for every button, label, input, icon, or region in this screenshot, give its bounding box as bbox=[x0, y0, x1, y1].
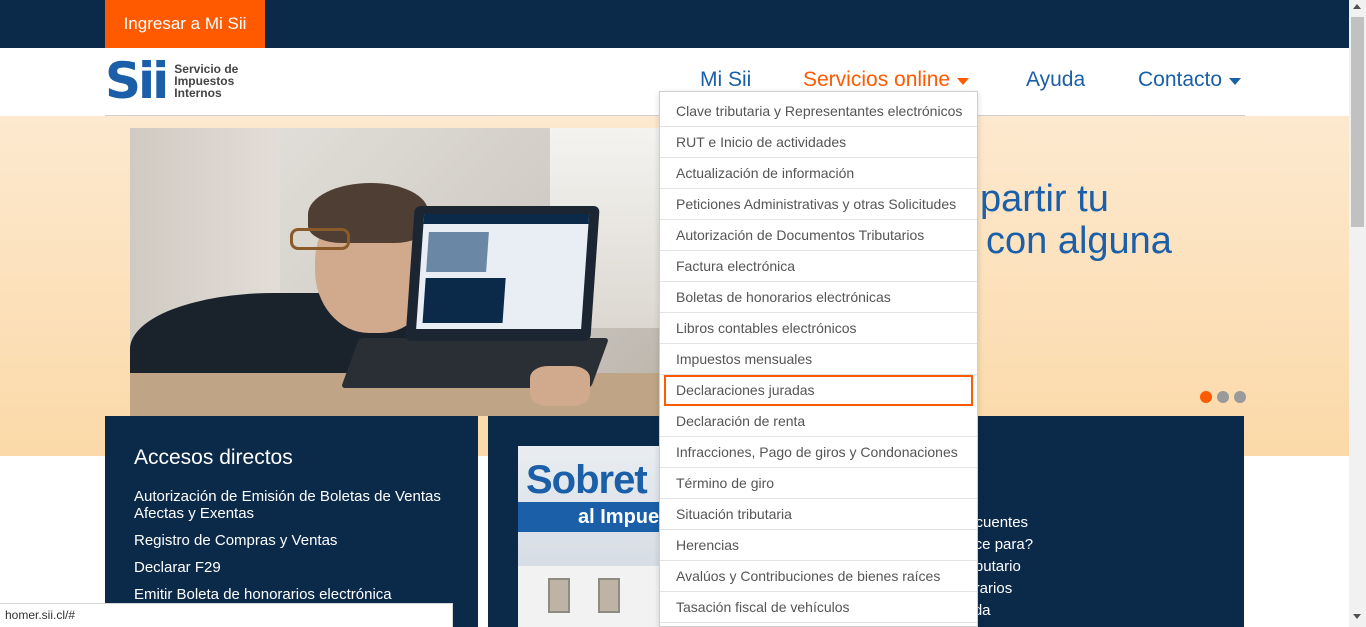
acceso-link[interactable]: Autorización de Emisión de Boletas de Ve… bbox=[134, 488, 448, 522]
dropdown-item-declaraciones-juradas[interactable]: Declaraciones juradas bbox=[664, 375, 973, 406]
dropdown-item-situacion-tributaria[interactable]: Situación tributaria bbox=[660, 499, 977, 530]
dropdown-item-herencias[interactable]: Herencias bbox=[660, 530, 977, 561]
scroll-down-icon[interactable] bbox=[1353, 614, 1361, 619]
acceso-link[interactable]: Declarar F29 bbox=[134, 559, 448, 576]
dropdown-item-termino-giro[interactable]: Término de giro bbox=[660, 468, 977, 499]
dropdown-item-peticiones[interactable]: Peticiones Administrativas y otras Solic… bbox=[660, 189, 977, 220]
carousel-dot[interactable] bbox=[1217, 391, 1229, 403]
dropdown-item-boletas-honorarios[interactable]: Boletas de honorarios electrónicas bbox=[660, 282, 977, 313]
browser-status-bar: homer.sii.cl/# bbox=[0, 603, 453, 627]
dropdown-item-avaluos[interactable]: Avalúos y Contribuciones de bienes raíce… bbox=[660, 561, 977, 592]
login-mi-sii-button[interactable]: Ingresar a Mi Sii bbox=[105, 0, 265, 48]
dropdown-item-rut[interactable]: RUT e Inicio de actividades bbox=[660, 127, 977, 158]
dropdown-item-infracciones[interactable]: Infracciones, Pago de giros y Condonacio… bbox=[660, 437, 977, 468]
carousel-dot[interactable] bbox=[1234, 391, 1246, 403]
page-scrollbar[interactable] bbox=[1349, 0, 1366, 627]
caret-down-icon bbox=[1229, 77, 1242, 85]
sii-logo-text: Servicio de Impuestos Internos bbox=[174, 62, 239, 100]
nav-servicios-online[interactable]: Servicios online bbox=[803, 66, 970, 94]
sii-logo-mark: Sii bbox=[105, 52, 169, 110]
carousel-dot[interactable] bbox=[1200, 391, 1212, 403]
dropdown-item-clave-tributaria[interactable]: Clave tributaria y Representantes electr… bbox=[660, 92, 977, 127]
hero-headline: partir tu con alguna bbox=[980, 178, 1172, 262]
dropdown-item-libros-contables[interactable]: Libros contables electrónicos bbox=[660, 313, 977, 344]
dropdown-item-factura[interactable]: Factura electrónica bbox=[660, 251, 977, 282]
carousel-indicators bbox=[1200, 391, 1246, 403]
dropdown-item-impuestos-mensuales[interactable]: Impuestos mensuales bbox=[660, 344, 977, 375]
sii-logo[interactable]: Sii Servicio de Impuestos Internos bbox=[105, 52, 239, 110]
promo-title: Sobret bbox=[526, 458, 648, 502]
accesos-directos-panel: Accesos directos Autorización de Emisión… bbox=[105, 416, 478, 627]
laptop-screen bbox=[405, 206, 600, 341]
scroll-thumb[interactable] bbox=[1351, 17, 1364, 227]
nav-contacto[interactable]: Contacto bbox=[1138, 66, 1242, 94]
accesos-title: Accesos directos bbox=[134, 446, 293, 469]
acceso-link[interactable]: Registro de Compras y Ventas bbox=[134, 532, 448, 549]
acceso-link[interactable]: Emitir Boleta de honorarios electrónica bbox=[134, 586, 448, 603]
nav-ayuda[interactable]: Ayuda bbox=[1026, 66, 1085, 94]
scroll-up-icon[interactable] bbox=[1353, 4, 1361, 9]
caret-down-icon bbox=[957, 77, 970, 85]
dropdown-item-declaracion-renta[interactable]: Declaración de renta bbox=[660, 406, 977, 437]
top-bar: Ingresar a Mi Sii bbox=[0, 0, 1349, 48]
servicios-online-dropdown: Clave tributaria y Representantes electr… bbox=[659, 91, 978, 627]
dropdown-item-autorizacion-documentos[interactable]: Autorización de Documentos Tributarios bbox=[660, 220, 977, 251]
dropdown-item-tasacion-vehiculos[interactable]: Tasación fiscal de vehículos bbox=[660, 592, 977, 623]
dropdown-item-actualizacion[interactable]: Actualización de información bbox=[660, 158, 977, 189]
nav-mi-sii[interactable]: Mi Sii bbox=[700, 66, 751, 94]
hero-photo[interactable] bbox=[130, 128, 690, 416]
